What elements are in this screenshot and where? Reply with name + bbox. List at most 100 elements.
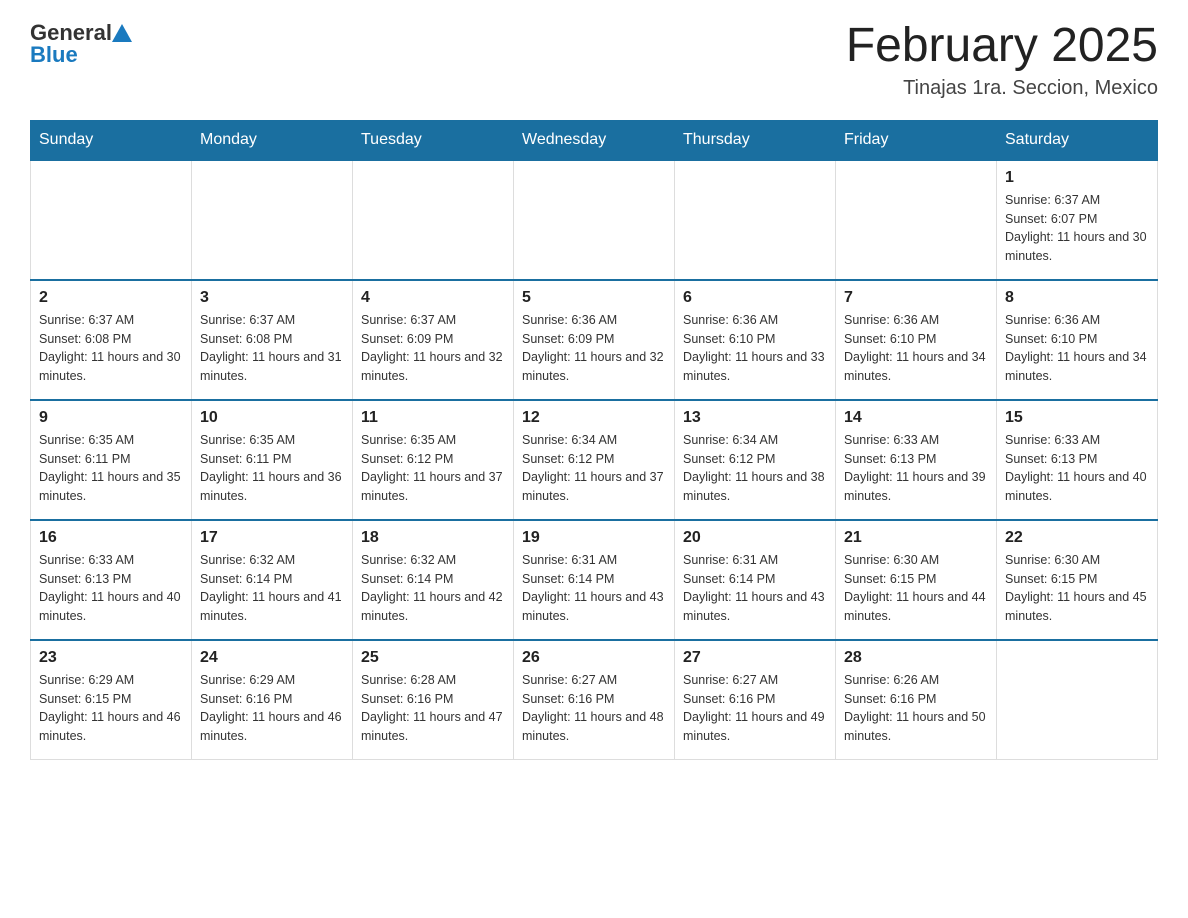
calendar-cell: 22 Sunrise: 6:30 AMSunset: 6:15 PMDayligh…	[997, 520, 1158, 640]
day-info: Sunrise: 6:26 AMSunset: 6:16 PMDaylight:…	[844, 671, 988, 746]
calendar-cell: 24 Sunrise: 6:29 AMSunset: 6:16 PMDayligh…	[192, 640, 353, 760]
calendar-cell: 17 Sunrise: 6:32 AMSunset: 6:14 PMDayligh…	[192, 520, 353, 640]
calendar-week-row: 2Sunrise: 6:37 AMSunset: 6:08 PMDaylight…	[31, 280, 1158, 400]
day-info: Sunrise: 6:29 AMSunset: 6:15 PMDaylight:…	[39, 671, 183, 746]
day-number: 27	[683, 649, 827, 667]
day-number: 14	[844, 409, 988, 427]
day-number: 9	[39, 409, 183, 427]
calendar-cell: 8 Sunrise: 6:36 AMSunset: 6:10 PMDaylight…	[997, 280, 1158, 400]
calendar-week-row: 9 Sunrise: 6:35 AMSunset: 6:11 PMDaylight…	[31, 400, 1158, 520]
calendar-cell: 2Sunrise: 6:37 AMSunset: 6:08 PMDaylight…	[31, 280, 192, 400]
day-number: 16	[39, 529, 183, 547]
day-info: Sunrise: 6:27 AMSunset: 6:16 PMDaylight:…	[683, 671, 827, 746]
calendar-cell: 28 Sunrise: 6:26 AMSunset: 6:16 PMDayligh…	[836, 640, 997, 760]
calendar-cell: 27 Sunrise: 6:27 AMSunset: 6:16 PMDayligh…	[675, 640, 836, 760]
day-info: Sunrise: 6:32 AMSunset: 6:14 PMDaylight:…	[200, 551, 344, 626]
day-info: Sunrise: 6:34 AMSunset: 6:12 PMDaylight:…	[683, 431, 827, 506]
day-info: Sunrise: 6:36 AMSunset: 6:10 PMDaylight:…	[844, 311, 988, 386]
day-number: 7	[844, 289, 988, 307]
day-number: 10	[200, 409, 344, 427]
day-info: Sunrise: 6:32 AMSunset: 6:14 PMDaylight:…	[361, 551, 505, 626]
calendar-cell	[675, 160, 836, 280]
page-header: General Blue February 2025 Tinajas 1ra. …	[30, 20, 1158, 100]
day-number: 6	[683, 289, 827, 307]
calendar-cell: 4 Sunrise: 6:37 AMSunset: 6:09 PMDaylight…	[353, 280, 514, 400]
header-tuesday: Tuesday	[353, 120, 514, 160]
day-number: 24	[200, 649, 344, 667]
day-info: Sunrise: 6:31 AMSunset: 6:14 PMDaylight:…	[522, 551, 666, 626]
day-info: Sunrise: 6:34 AMSunset: 6:12 PMDaylight:…	[522, 431, 666, 506]
day-info: Sunrise: 6:37 AMSunset: 6:09 PMDaylight:…	[361, 311, 505, 386]
logo: General Blue	[30, 20, 132, 68]
day-info: Sunrise: 6:30 AMSunset: 6:15 PMDaylight:…	[1005, 551, 1149, 626]
calendar-cell	[514, 160, 675, 280]
day-number: 26	[522, 649, 666, 667]
calendar-cell: 1Sunrise: 6:37 AMSunset: 6:07 PMDaylight…	[997, 160, 1158, 280]
day-number: 1	[1005, 169, 1149, 187]
day-number: 19	[522, 529, 666, 547]
calendar-cell: 25Sunrise: 6:28 AMSunset: 6:16 PMDayligh…	[353, 640, 514, 760]
calendar-cell: 20Sunrise: 6:31 AMSunset: 6:14 PMDayligh…	[675, 520, 836, 640]
calendar-table: SundayMondayTuesdayWednesdayThursdayFrid…	[30, 120, 1158, 761]
day-info: Sunrise: 6:35 AMSunset: 6:11 PMDaylight:…	[39, 431, 183, 506]
calendar-subtitle: Tinajas 1ra. Seccion, Mexico	[846, 77, 1158, 100]
calendar-cell: 16 Sunrise: 6:33 AMSunset: 6:13 PMDayligh…	[31, 520, 192, 640]
day-info: Sunrise: 6:37 AMSunset: 6:08 PMDaylight:…	[39, 311, 183, 386]
header-friday: Friday	[836, 120, 997, 160]
header-monday: Monday	[192, 120, 353, 160]
header-thursday: Thursday	[675, 120, 836, 160]
day-number: 5	[522, 289, 666, 307]
calendar-cell	[31, 160, 192, 280]
day-info: Sunrise: 6:33 AMSunset: 6:13 PMDaylight:…	[844, 431, 988, 506]
title-block: February 2025 Tinajas 1ra. Seccion, Mexi…	[846, 20, 1158, 100]
day-number: 17	[200, 529, 344, 547]
day-info: Sunrise: 6:36 AMSunset: 6:10 PMDaylight:…	[1005, 311, 1149, 386]
day-number: 18	[361, 529, 505, 547]
day-info: Sunrise: 6:35 AMSunset: 6:12 PMDaylight:…	[361, 431, 505, 506]
day-number: 12	[522, 409, 666, 427]
calendar-cell: 5 Sunrise: 6:36 AMSunset: 6:09 PMDaylight…	[514, 280, 675, 400]
day-number: 25	[361, 649, 505, 667]
logo-blue-text: Blue	[30, 42, 132, 68]
day-info: Sunrise: 6:36 AMSunset: 6:09 PMDaylight:…	[522, 311, 666, 386]
day-number: 22	[1005, 529, 1149, 547]
calendar-cell: 23 Sunrise: 6:29 AMSunset: 6:15 PMDayligh…	[31, 640, 192, 760]
calendar-cell: 6 Sunrise: 6:36 AMSunset: 6:10 PMDaylight…	[675, 280, 836, 400]
day-number: 23	[39, 649, 183, 667]
calendar-cell: 3 Sunrise: 6:37 AMSunset: 6:08 PMDaylight…	[192, 280, 353, 400]
day-info: Sunrise: 6:33 AMSunset: 6:13 PMDaylight:…	[1005, 431, 1149, 506]
day-number: 3	[200, 289, 344, 307]
calendar-header-row: SundayMondayTuesdayWednesdayThursdayFrid…	[31, 120, 1158, 160]
day-number: 4	[361, 289, 505, 307]
calendar-cell	[192, 160, 353, 280]
calendar-cell: 7 Sunrise: 6:36 AMSunset: 6:10 PMDaylight…	[836, 280, 997, 400]
day-number: 15	[1005, 409, 1149, 427]
calendar-cell: 10 Sunrise: 6:35 AMSunset: 6:11 PMDayligh…	[192, 400, 353, 520]
day-number: 8	[1005, 289, 1149, 307]
calendar-title: February 2025	[846, 20, 1158, 73]
calendar-cell	[353, 160, 514, 280]
day-info: Sunrise: 6:37 AMSunset: 6:08 PMDaylight:…	[200, 311, 344, 386]
calendar-cell: 11 Sunrise: 6:35 AMSunset: 6:12 PMDayligh…	[353, 400, 514, 520]
day-info: Sunrise: 6:31 AMSunset: 6:14 PMDaylight:…	[683, 551, 827, 626]
day-number: 28	[844, 649, 988, 667]
day-number: 21	[844, 529, 988, 547]
day-info: Sunrise: 6:30 AMSunset: 6:15 PMDaylight:…	[844, 551, 988, 626]
logo-triangle-icon	[112, 24, 132, 42]
calendar-week-row: 16 Sunrise: 6:33 AMSunset: 6:13 PMDayligh…	[31, 520, 1158, 640]
calendar-cell: 18 Sunrise: 6:32 AMSunset: 6:14 PMDayligh…	[353, 520, 514, 640]
day-info: Sunrise: 6:35 AMSunset: 6:11 PMDaylight:…	[200, 431, 344, 506]
day-info: Sunrise: 6:33 AMSunset: 6:13 PMDaylight:…	[39, 551, 183, 626]
day-info: Sunrise: 6:29 AMSunset: 6:16 PMDaylight:…	[200, 671, 344, 746]
calendar-cell: 13Sunrise: 6:34 AMSunset: 6:12 PMDayligh…	[675, 400, 836, 520]
day-info: Sunrise: 6:36 AMSunset: 6:10 PMDaylight:…	[683, 311, 827, 386]
day-number: 11	[361, 409, 505, 427]
calendar-cell: 14 Sunrise: 6:33 AMSunset: 6:13 PMDayligh…	[836, 400, 997, 520]
calendar-week-row: 1Sunrise: 6:37 AMSunset: 6:07 PMDaylight…	[31, 160, 1158, 280]
header-wednesday: Wednesday	[514, 120, 675, 160]
calendar-cell: 9 Sunrise: 6:35 AMSunset: 6:11 PMDaylight…	[31, 400, 192, 520]
header-saturday: Saturday	[997, 120, 1158, 160]
calendar-cell: 12 Sunrise: 6:34 AMSunset: 6:12 PMDayligh…	[514, 400, 675, 520]
day-info: Sunrise: 6:27 AMSunset: 6:16 PMDaylight:…	[522, 671, 666, 746]
calendar-cell: 26 Sunrise: 6:27 AMSunset: 6:16 PMDayligh…	[514, 640, 675, 760]
